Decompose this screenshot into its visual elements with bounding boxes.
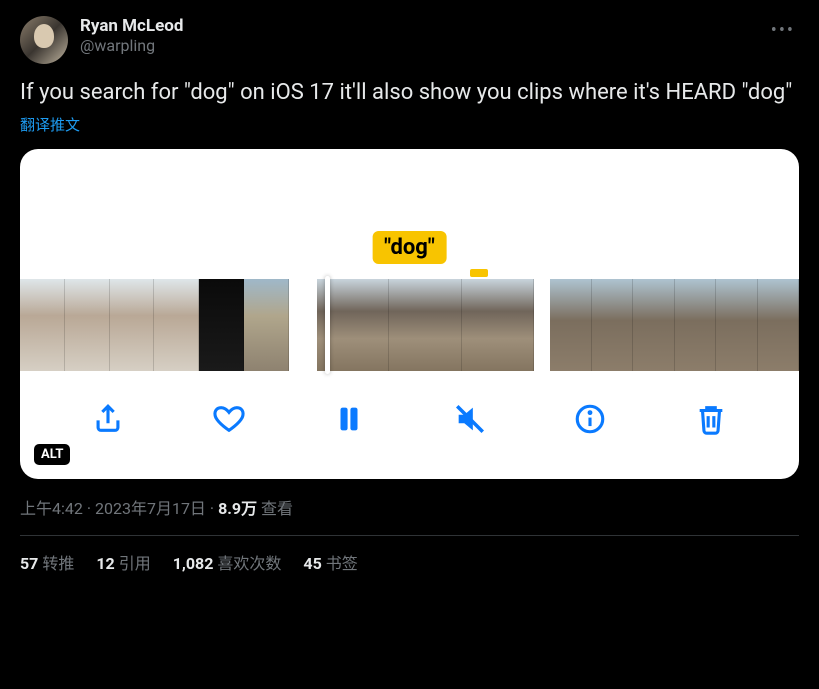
timeline-frame	[389, 279, 461, 371]
avatar[interactable]	[20, 16, 68, 64]
timeline-frame	[244, 279, 289, 371]
tweet-meta: 上午4:42 · 2023年7月17日 · 8.9万 查看	[20, 495, 799, 519]
timeline-frame	[20, 279, 65, 371]
clip-group-2[interactable]	[317, 279, 534, 371]
author-names[interactable]: Ryan McLeod @warpling	[80, 16, 767, 57]
media-toolbar	[20, 389, 799, 449]
heart-icon[interactable]	[209, 399, 249, 439]
share-icon[interactable]	[88, 399, 128, 439]
engagement-stats: 57转推 12引用 1,082喜欢次数 45书签	[20, 550, 799, 574]
timeline-frame	[633, 279, 675, 371]
translate-link[interactable]: 翻译推文	[20, 114, 799, 135]
timeline-frame	[199, 279, 244, 371]
tweet-text: If you search for "dog" on iOS 17 it'll …	[20, 78, 799, 108]
more-button[interactable]: •••	[767, 16, 799, 45]
handle: @warpling	[80, 36, 767, 57]
views-label: 查看	[257, 499, 293, 518]
time[interactable]: 上午4:42	[20, 499, 83, 518]
clip-group-1[interactable]	[20, 279, 289, 371]
tweet-header: Ryan McLeod @warpling •••	[20, 16, 799, 64]
alt-badge[interactable]: ALT	[34, 444, 70, 465]
media-card[interactable]: "dog"	[20, 149, 799, 479]
timeline-frame	[592, 279, 634, 371]
trash-icon[interactable]	[691, 399, 731, 439]
timeline-frame	[716, 279, 758, 371]
timeline-frame	[675, 279, 717, 371]
retweets-stat[interactable]: 57转推	[20, 550, 74, 574]
quotes-stat[interactable]: 12引用	[96, 550, 150, 574]
caption-marker	[470, 269, 488, 277]
divider	[20, 535, 799, 536]
likes-stat[interactable]: 1,082喜欢次数	[173, 550, 282, 574]
bookmarks-stat[interactable]: 45书签	[303, 550, 357, 574]
views-count: 8.9万	[218, 499, 257, 518]
tweet-container: Ryan McLeod @warpling ••• If you search …	[0, 0, 819, 586]
mute-icon[interactable]	[450, 399, 490, 439]
date[interactable]: 2023年7月17日	[95, 499, 206, 518]
timeline-frame	[110, 279, 155, 371]
display-name: Ryan McLeod	[80, 16, 767, 36]
timeline-frame	[65, 279, 110, 371]
pause-icon[interactable]	[329, 399, 369, 439]
timeline-frame	[462, 279, 534, 371]
clip-group-3[interactable]	[550, 279, 799, 371]
timeline-frame	[550, 279, 592, 371]
video-timeline[interactable]	[20, 279, 799, 371]
playhead[interactable]	[325, 276, 330, 374]
timeline-frame	[154, 279, 199, 371]
caption-pill: "dog"	[372, 231, 447, 264]
info-icon[interactable]	[570, 399, 610, 439]
timeline-frame	[758, 279, 799, 371]
